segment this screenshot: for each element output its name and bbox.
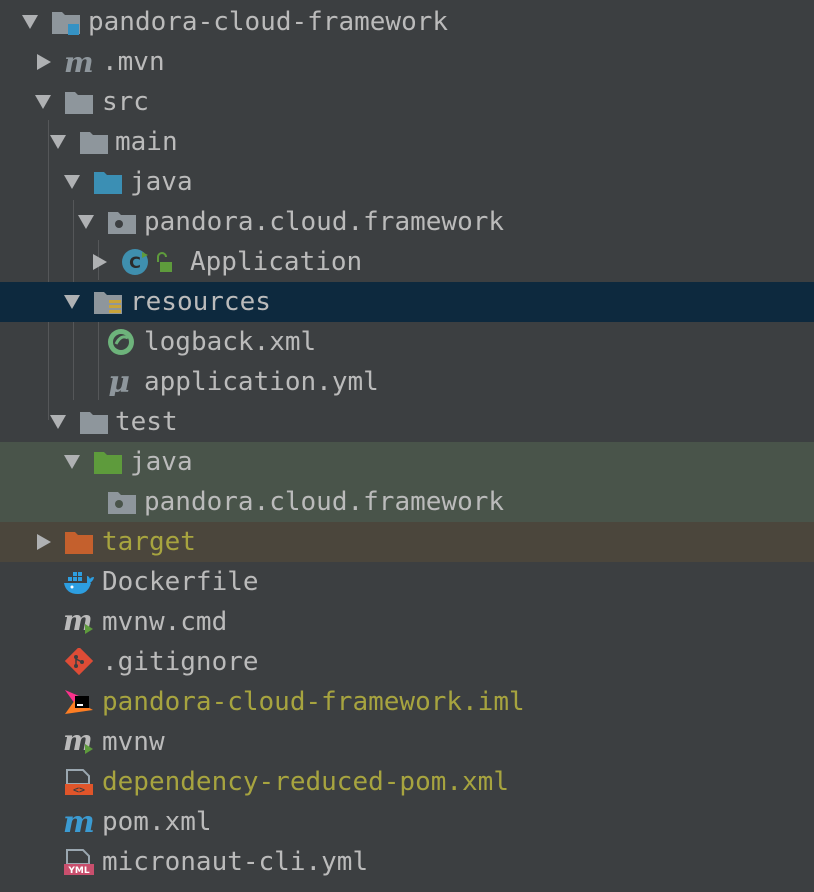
tree-item-label: pandora.cloud.framework xyxy=(144,207,505,237)
tree-item-label: Dockerfile xyxy=(102,567,259,597)
expand-arrow-icon[interactable] xyxy=(64,455,80,469)
tree-item-label: pandora.cloud.framework xyxy=(144,487,505,517)
tree-item-label: dependency-reduced-pom.xml xyxy=(102,767,509,797)
yaml-file-icon: YML xyxy=(64,849,94,876)
folder-icon xyxy=(65,92,93,114)
tree-item-label: .gitignore xyxy=(102,647,259,677)
expand-arrow-icon[interactable] xyxy=(64,295,80,309)
collapse-arrow-icon[interactable] xyxy=(37,54,51,70)
tree-item-target-folder[interactable]: target xyxy=(0,522,814,562)
expand-arrow-icon[interactable] xyxy=(78,215,94,229)
tree-item-label: pom.xml xyxy=(102,807,212,837)
tree-item-label: test xyxy=(115,407,178,437)
excluded-folder-icon xyxy=(65,532,93,554)
tree-item-label: mvnw xyxy=(102,727,165,757)
tree-item-dockerfile[interactable]: Dockerfile xyxy=(0,562,814,602)
package-icon xyxy=(108,492,136,514)
tree-item-label: src xyxy=(102,87,149,117)
tree-item-gitignore-file[interactable]: .gitignore xyxy=(0,642,814,682)
class-icon: C xyxy=(122,249,172,275)
collapse-arrow-icon[interactable] xyxy=(93,254,107,270)
maven-icon: m xyxy=(64,48,94,76)
folder-icon xyxy=(80,412,108,434)
tree-item-label: pandora-cloud-framework.iml xyxy=(102,687,525,717)
expand-arrow-icon[interactable] xyxy=(50,135,66,149)
resources-folder-icon xyxy=(94,292,122,314)
tree-item-iml-file[interactable]: pandora-cloud-framework.iml xyxy=(0,682,814,722)
git-icon xyxy=(64,648,94,676)
tree-item-application-yml-file[interactable]: μ application.yml xyxy=(0,362,814,402)
tree-item-label: .mvn xyxy=(102,47,165,77)
project-tree: pandora-cloud-framework m .mvn src main … xyxy=(0,0,814,892)
micronaut-icon: μ xyxy=(108,368,130,396)
tree-item-dependency-reduced-pom-file[interactable]: <> dependency-reduced-pom.xml xyxy=(0,762,814,802)
expand-arrow-icon[interactable] xyxy=(64,175,80,189)
tree-item-application-class[interactable]: C Application xyxy=(0,242,814,282)
tree-item-label: java xyxy=(130,167,193,197)
tree-item-label: java xyxy=(130,447,193,477)
tree-item-main-folder[interactable]: main xyxy=(0,122,814,162)
expand-arrow-icon[interactable] xyxy=(50,415,66,429)
tree-item-src-folder[interactable]: src xyxy=(0,82,814,122)
intellij-module-icon xyxy=(65,690,93,714)
svg-text:YML: YML xyxy=(67,866,89,876)
collapse-arrow-icon[interactable] xyxy=(37,534,51,550)
tree-item-pom-file[interactable]: m pom.xml xyxy=(0,802,814,842)
tree-item-label: micronaut-cli.yml xyxy=(102,847,369,877)
tree-item-logback-file[interactable]: logback.xml xyxy=(0,322,814,362)
tree-item-test-java-folder[interactable]: java xyxy=(0,442,814,482)
spring-boot-icon xyxy=(108,329,134,355)
maven-wrapper-icon: m xyxy=(63,728,93,756)
tree-item-resources-folder[interactable]: resources xyxy=(0,282,814,322)
source-root-folder-icon xyxy=(94,172,122,194)
tree-item-label: target xyxy=(102,527,196,557)
tree-item-micronaut-cli-file[interactable]: YML micronaut-cli.yml xyxy=(0,842,814,882)
expand-arrow-icon[interactable] xyxy=(35,95,51,109)
tree-item-label: resources xyxy=(130,287,271,317)
tree-item-label: mvnw.cmd xyxy=(102,607,228,637)
tree-item-test-folder[interactable]: test xyxy=(0,402,814,442)
maven-pom-icon: m xyxy=(63,808,95,836)
tree-item-label: main xyxy=(115,127,178,157)
tree-item-label: logback.xml xyxy=(144,327,317,357)
svg-text:C: C xyxy=(129,253,141,272)
tree-item-label: Application xyxy=(190,247,363,277)
package-icon xyxy=(108,212,136,234)
tree-item-main-package[interactable]: pandora.cloud.framework xyxy=(0,202,814,242)
svg-text:m: m xyxy=(64,48,94,76)
test-root-folder-icon xyxy=(94,452,122,474)
maven-wrapper-icon: m xyxy=(63,608,93,636)
tree-item-mvnw-file[interactable]: m mvnw xyxy=(0,722,814,762)
tree-item-main-java-folder[interactable]: java xyxy=(0,162,814,202)
folder-icon xyxy=(80,132,108,154)
module-folder-icon xyxy=(52,12,80,35)
docker-icon xyxy=(64,572,94,594)
svg-text:<>: <> xyxy=(73,785,85,796)
tree-item-mvnw-cmd-file[interactable]: m mvnw.cmd xyxy=(0,602,814,642)
tree-item-mvn-folder[interactable]: m .mvn xyxy=(0,42,814,82)
svg-text:m: m xyxy=(63,808,95,836)
tree-item-label: application.yml xyxy=(144,367,379,397)
tree-item-root-module[interactable]: pandora-cloud-framework xyxy=(0,2,814,42)
tree-item-label: pandora-cloud-framework xyxy=(88,7,449,37)
expand-arrow-icon[interactable] xyxy=(22,15,38,29)
svg-text:μ: μ xyxy=(108,368,130,396)
tree-item-test-package[interactable]: pandora.cloud.framework xyxy=(0,482,814,522)
xml-file-icon: <> xyxy=(65,769,93,796)
